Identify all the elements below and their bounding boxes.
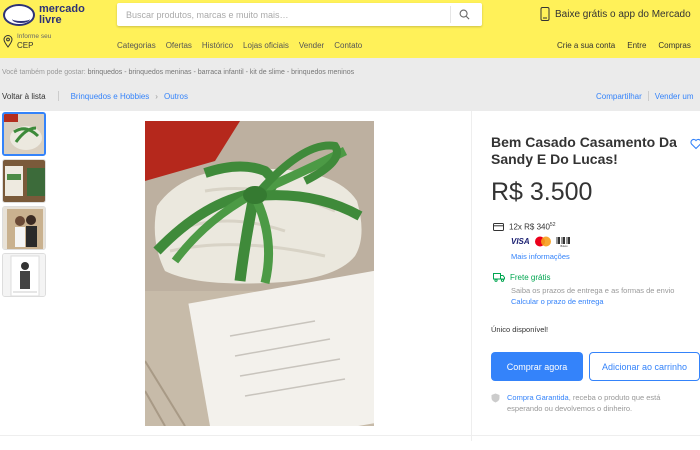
location-label: Informe seu [17,33,52,40]
top-header: mercado livre Baixe grátis o app do Merc… [0,0,700,58]
installments-cents: 52 [549,222,556,228]
location-pin-icon [3,35,13,48]
suggestions-label: Você também pode gostar: [2,69,86,76]
installments-text: 12x R$ 340 [509,222,550,232]
breadcrumb-outros[interactable]: Outros [164,92,188,101]
create-account-link[interactable]: Crie a sua conta [557,41,615,50]
add-to-cart-button[interactable]: Adicionar ao carrinho [589,352,700,381]
app-download-promo[interactable]: Baixe grátis o app do Mercado [540,7,691,21]
breadcrumb-brinquedos[interactable]: Brinquedos e Hobbies [71,92,150,101]
column-divider [471,111,472,441]
chevron-right-icon: › [155,91,158,101]
product-price: R$ 3.500 [491,178,593,206]
share-actions: Compartilhar Vender um [596,91,694,101]
free-shipping-label: Frete grátis [510,273,551,282]
divider [57,91,59,101]
logo-text: mercado livre [39,3,85,26]
nav-categorias[interactable]: Categorias [117,41,156,50]
purchases-link[interactable]: Compras [658,41,690,50]
nav-ofertas[interactable]: Ofertas [166,41,192,50]
shipping-description: Saiba os prazos de entrega e as formas d… [511,286,675,295]
shield-icon [491,393,500,403]
buy-now-button[interactable]: Comprar agora [491,352,583,381]
thumbnail-2[interactable] [2,159,46,203]
thumbnail-3[interactable] [2,206,46,250]
nav-vender[interactable]: Vender [299,41,324,50]
free-shipping: Frete grátis [493,273,550,282]
thumbnail-1[interactable] [2,112,46,156]
suggestion-links[interactable]: brinquedos - brinquedos meninas - barrac… [88,69,355,76]
app-promo-text: Baixe grátis o app do Mercado [555,8,691,20]
guarantee-link[interactable]: Compra Garantida [507,393,569,402]
card-icon [493,222,504,231]
product-title: Bem Casado Casamento Da Sandy E Do Lucas… [491,134,677,167]
search-box[interactable] [117,3,482,26]
share-link[interactable]: Compartilhar [596,92,642,101]
more-info-link[interactable]: Mais informações [511,252,570,261]
truck-icon [493,273,505,282]
phone-icon [540,7,550,21]
location-value: CEP [17,41,34,50]
purchase-guarantee: Compra Garantida, receba o produto que e… [491,392,691,414]
search-icon[interactable] [450,6,476,23]
divider [647,91,649,101]
login-link[interactable]: Entre [627,41,646,50]
main-nav: Categorias Ofertas Histórico Lojas ofici… [117,41,362,50]
account-nav: Crie a sua conta Entre Compras [557,41,691,50]
product-main-image[interactable] [145,121,374,426]
section-divider [0,435,700,436]
handshake-logo-icon [3,4,35,26]
stock-status: Único disponível! [491,325,549,334]
calc-delivery-link[interactable]: Calcular o prazo de entrega [511,297,604,306]
boleto-logo-icon: Boleto [556,237,570,247]
payment-brands: VISA Boleto [511,236,572,247]
back-to-list-link[interactable]: Voltar à lista [2,92,46,101]
product-card: Bem Casado Casamento Da Sandy E Do Lucas… [0,111,700,450]
sell-one-link[interactable]: Vender um [655,92,694,101]
installments: 12x R$ 34052 [493,222,555,232]
nav-contato[interactable]: Contato [334,41,362,50]
suggestions-bar: Você também pode gostar: brinquedos - br… [2,69,354,76]
mercado-livre-logo[interactable]: mercado livre [3,2,93,28]
svg-text:Boleto: Boleto [560,245,568,247]
search-input[interactable] [117,3,447,26]
nav-historico[interactable]: Histórico [202,41,233,50]
mastercard-logo-icon [534,236,551,247]
nav-lojas-oficiais[interactable]: Lojas oficiais [243,41,289,50]
thumbnail-4[interactable] [2,253,46,297]
visa-logo: VISA [511,237,530,246]
heart-icon[interactable] [690,138,700,150]
breadcrumb: Voltar à lista Brinquedos e Hobbies › Ou… [2,91,188,101]
